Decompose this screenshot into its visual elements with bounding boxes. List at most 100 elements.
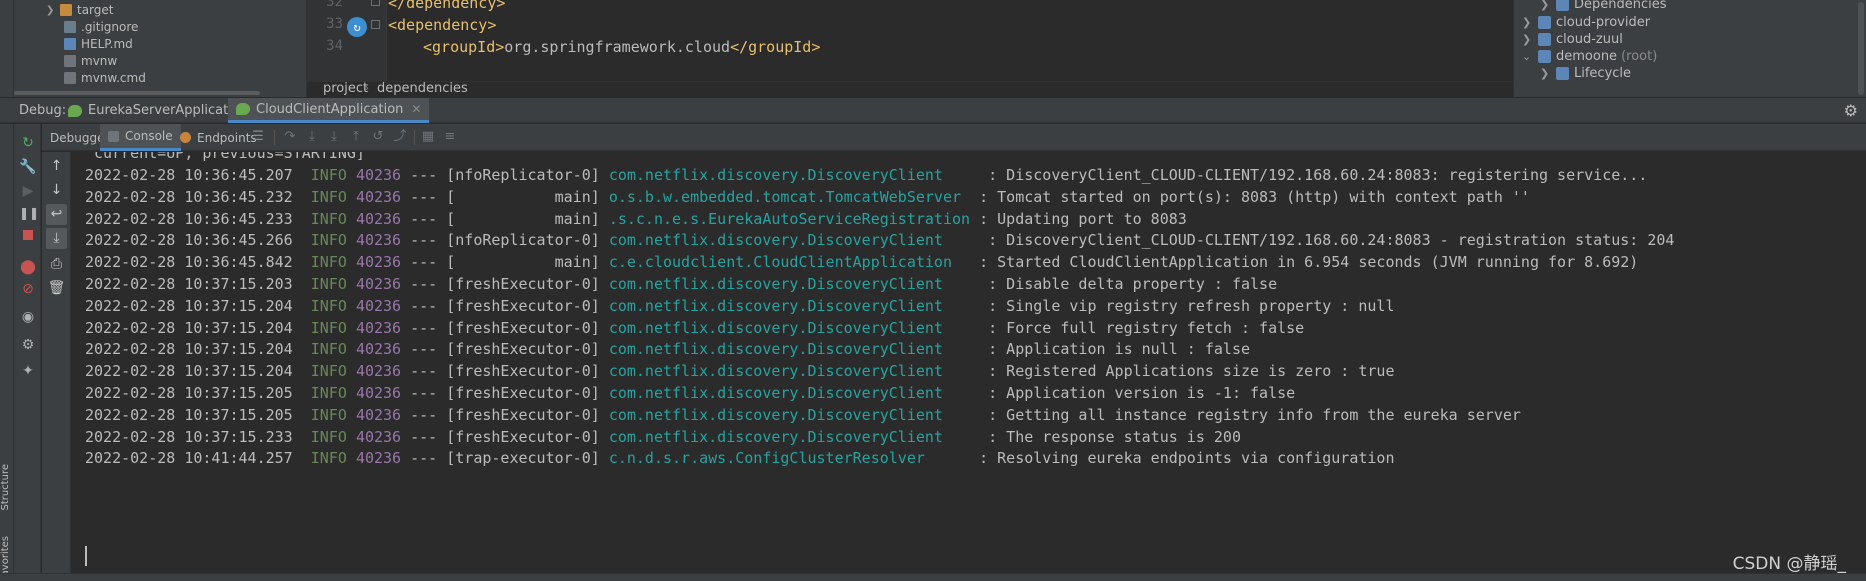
log-level: INFO	[310, 166, 347, 184]
script-file-icon	[64, 55, 76, 67]
gear-icon[interactable]: ⚙	[1844, 101, 1858, 120]
log-pid: 40236	[355, 253, 402, 272]
chevron-right-icon[interactable]: ❯	[46, 5, 60, 16]
tree-item-label: HELP.md	[81, 37, 133, 51]
pin-icon[interactable]: ✦	[19, 362, 37, 380]
fold-marker-icon[interactable]	[371, 0, 380, 6]
log-pid: 40236	[355, 166, 402, 184]
step-into-icon[interactable]: ⤓	[304, 129, 320, 145]
camera-icon[interactable]: ◉	[19, 308, 37, 326]
tree-item-label: mvnw.cmd	[81, 71, 146, 85]
log-separator: ---	[410, 449, 438, 468]
tab-cloud-client-application[interactable]: CloudClientApplication ✕	[228, 98, 430, 123]
run-to-cursor-icon[interactable]: ⤴	[392, 129, 408, 145]
arrow-down-icon[interactable]: ↓	[46, 180, 67, 201]
bottom-tool-stripe	[0, 573, 1866, 581]
chevron-right-icon[interactable]: ❯	[1540, 67, 1556, 80]
log-logger: com.netflix.discovery.DiscoveryClient	[608, 318, 980, 337]
log-logger: com.netflix.discovery.DiscoveryClient	[608, 275, 980, 293]
log-logger: com.netflix.discovery.DiscoveryClient	[608, 362, 980, 381]
print-icon[interactable]: ⎙	[46, 254, 67, 275]
wrench-icon[interactable]: 🔧	[19, 158, 37, 176]
arrow-up-icon[interactable]: ↑	[46, 156, 67, 177]
dependencies-icon	[1556, 0, 1569, 11]
file-icon	[64, 21, 76, 33]
text-caret	[85, 546, 87, 566]
step-over-icon[interactable]: ↷	[282, 129, 298, 145]
log-logger: com.netflix.discovery.DiscoveryClient	[608, 427, 980, 446]
vertical-scrollbar[interactable]	[1858, 2, 1864, 95]
log-level: INFO	[310, 318, 347, 337]
log-timestamp: 2022-02-28 10:36:45.842	[85, 253, 293, 272]
breadcrumb-item-dependencies[interactable]: dependencies	[377, 81, 468, 96]
chevron-down-icon[interactable]: ⌄	[1522, 50, 1538, 63]
settings-icon[interactable]: ⚙	[19, 336, 37, 354]
log-line: 2022-02-28 10:41:44.257 INFO 40236 --- […	[85, 445, 1395, 471]
scroll-to-end-icon[interactable]: ⤓	[46, 228, 67, 249]
log-separator: ---	[410, 231, 438, 250]
log-level: INFO	[310, 253, 347, 272]
code-line: <dependency>	[388, 16, 497, 34]
log-timestamp: 2022-02-28 10:37:15.204	[85, 362, 293, 381]
resume-icon[interactable]: ▶	[19, 182, 37, 200]
log-message: : Application is null : false	[988, 340, 1251, 359]
watermark: CSDN @静瑶_	[1732, 554, 1846, 573]
pause-icon[interactable]: ❚❚	[19, 204, 39, 222]
console-output[interactable]: current=UP, previous=STARTING] 2022-02-2…	[72, 152, 1866, 573]
spring-bean-icon[interactable]: ↻	[347, 17, 367, 37]
force-step-into-icon[interactable]: ⤓	[326, 129, 342, 145]
view-breakpoints-icon[interactable]: ⬤	[19, 258, 37, 276]
log-pid: 40236	[355, 449, 402, 468]
fold-marker-icon[interactable]	[371, 20, 380, 29]
log-message: : Registered Applications size is zero :…	[988, 362, 1395, 381]
log-logger: c.e.cloudclient.CloudClientApplication	[608, 253, 971, 272]
log-pid: 40236	[355, 209, 402, 228]
log-level: INFO	[310, 275, 347, 293]
breadcrumb: project › dependencies	[307, 81, 1513, 97]
tree-item-label: target	[77, 3, 114, 17]
horizontal-scrollbar[interactable]	[14, 91, 260, 95]
maven-panel: ❯ Dependencies ❯ cloud-provider ❯ cloud-…	[1513, 0, 1866, 97]
chevron-right-icon[interactable]: ❯	[1522, 33, 1538, 46]
log-pid: 40236	[355, 231, 402, 250]
spring-boot-icon	[236, 103, 250, 115]
code-editor[interactable]: 32 33 34 ↻ </dependency> <dependency> <g…	[307, 0, 1513, 81]
breadcrumb-item-project[interactable]: project	[323, 81, 368, 96]
structure-tool-button[interactable]: Structure	[0, 464, 14, 511]
close-icon[interactable]: ✕	[411, 102, 421, 116]
tab-console[interactable]: Console	[100, 124, 181, 151]
code-line: <groupId>org.springframework.cloud</grou…	[423, 38, 821, 56]
log-pid: 40236	[355, 340, 402, 359]
trace-settings-icon[interactable]: ≡	[442, 129, 458, 145]
trash-icon[interactable]: 🗑	[46, 278, 67, 299]
maven-module-icon	[1538, 49, 1551, 63]
mute-breakpoints-icon[interactable]: ⊘	[19, 280, 37, 298]
evaluate-expression-icon[interactable]: ▦	[420, 129, 436, 145]
rerun-icon[interactable]: ↻	[19, 134, 37, 152]
stop-icon[interactable]	[19, 227, 37, 245]
log-message: : Application version is -1: false	[988, 384, 1296, 402]
log-thread: [freshExecutor-0]	[446, 340, 600, 359]
console-icon	[108, 130, 119, 142]
log-timestamp: 2022-02-28 10:37:15.203	[85, 275, 293, 293]
log-logger: c.n.d.s.r.aws.ConfigClusterResolver	[608, 449, 971, 468]
log-level: INFO	[310, 405, 347, 424]
maven-item-lifecycle[interactable]: ❯ Lifecycle	[1540, 63, 1631, 83]
menu-icon[interactable]: ☰	[250, 129, 266, 145]
chevron-right-icon[interactable]: ❯	[1540, 0, 1556, 11]
step-out-icon[interactable]: ⤒	[348, 129, 364, 145]
maven-module-icon	[1538, 32, 1551, 46]
chevron-right-icon[interactable]: ❯	[1522, 16, 1538, 29]
drop-frame-icon[interactable]: ↺	[370, 129, 386, 145]
log-thread: [freshExecutor-0]	[446, 296, 600, 315]
log-message: : Updating port to 8083	[979, 209, 1187, 228]
log-separator: ---	[410, 209, 438, 228]
soft-wrap-icon[interactable]: ↩	[46, 204, 67, 225]
log-separator: ---	[410, 340, 438, 359]
spring-boot-icon	[68, 104, 82, 117]
log-separator: ---	[410, 362, 438, 381]
log-separator: ---	[410, 427, 438, 446]
log-pid: 40236	[355, 384, 402, 402]
tree-item-mvnw-cmd[interactable]: mvnw.cmd	[64, 68, 146, 88]
log-timestamp: 2022-02-28 10:37:15.204	[85, 318, 293, 337]
